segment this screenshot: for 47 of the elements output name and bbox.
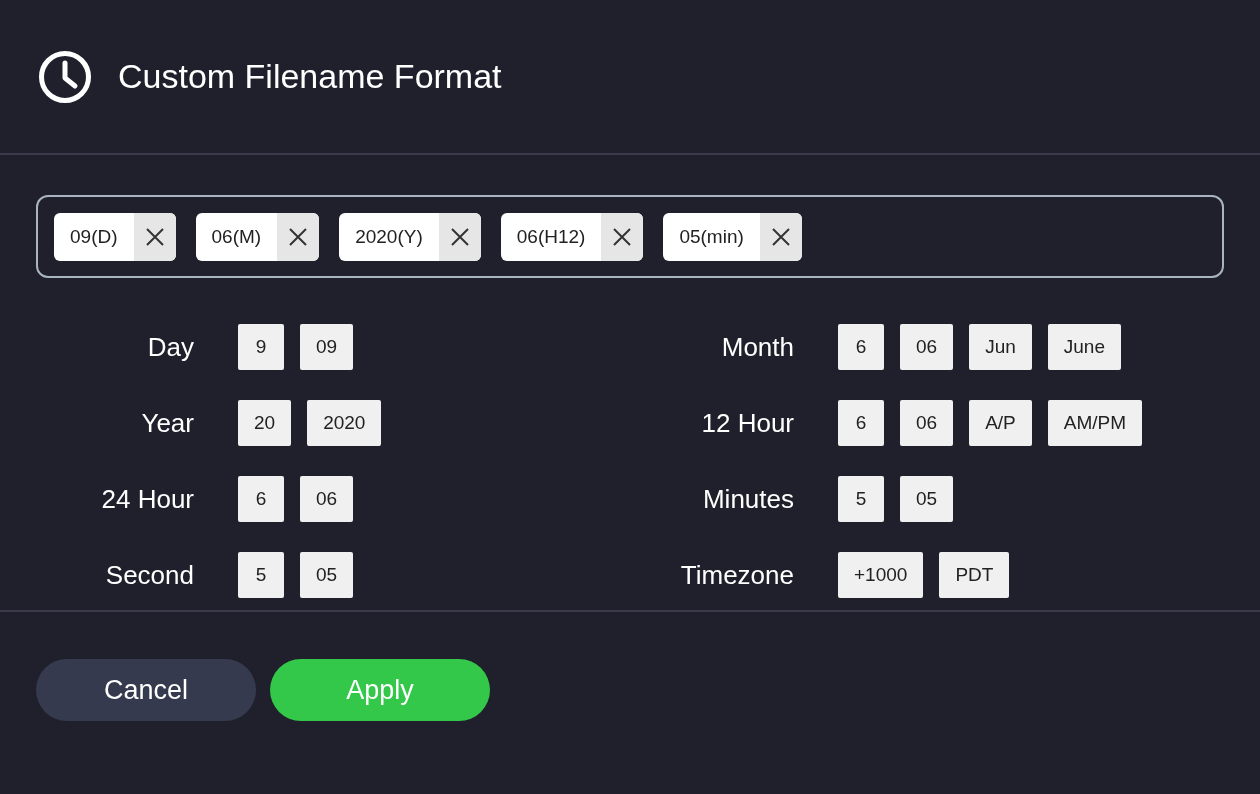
clock-icon — [38, 49, 92, 104]
close-icon — [450, 227, 469, 246]
remove-token-button[interactable] — [133, 212, 176, 261]
cancel-button[interactable]: Cancel — [36, 659, 256, 721]
field-label: 12 Hour — [700, 407, 794, 439]
field-label: Minutes — [701, 483, 794, 515]
token-label: 06(H12) — [515, 224, 587, 249]
format-option-button[interactable]: Jun — [969, 324, 1032, 370]
close-icon — [771, 227, 790, 246]
field-label: Second — [104, 559, 194, 591]
token-label: 05(min) — [678, 224, 745, 249]
token-label: 09(D) — [69, 224, 119, 249]
field-label: Day — [146, 331, 194, 363]
format-option-button[interactable]: PDT — [939, 552, 1010, 598]
field-label: Year — [140, 407, 194, 439]
format-option-button[interactable]: 5 — [838, 476, 884, 522]
format-option-button[interactable]: +1000 — [838, 552, 924, 598]
remove-token-button[interactable] — [601, 212, 644, 261]
remove-token-button[interactable] — [759, 212, 802, 261]
format-option-button[interactable]: 6 — [238, 476, 284, 522]
close-icon — [613, 227, 632, 246]
field-label: Timezone — [679, 559, 794, 591]
format-option-button[interactable]: 5 — [238, 552, 284, 598]
remove-token-button[interactable] — [277, 212, 320, 261]
format-option-button[interactable]: 09 — [300, 324, 354, 370]
dialog-title: Custom Filename Format — [118, 57, 502, 96]
remove-token-button[interactable] — [438, 212, 481, 261]
field-label: 24 Hour — [100, 483, 194, 515]
format-option-button[interactable]: 06 — [900, 400, 954, 446]
close-icon — [145, 227, 164, 246]
format-option-button[interactable]: 9 — [238, 324, 284, 370]
field-label: Month — [720, 331, 794, 363]
format-option-button[interactable]: 06 — [300, 476, 354, 522]
format-option-button[interactable]: A/P — [969, 400, 1032, 446]
format-option-button[interactable]: 6 — [838, 324, 884, 370]
format-option-button[interactable]: 06 — [900, 324, 954, 370]
token-label: 2020(Y) — [354, 224, 424, 249]
format-option-button[interactable]: 2020 — [307, 400, 382, 446]
close-icon — [289, 227, 308, 246]
token-field[interactable]: 09(D) 06(M) 2020(Y) 06(H12) 05(min) — [36, 195, 1224, 278]
format-option-button[interactable]: June — [1047, 324, 1121, 370]
token-label: 06(M) — [210, 224, 263, 249]
format-option-button[interactable]: AM/PM — [1047, 400, 1143, 446]
format-option-button[interactable]: 05 — [900, 476, 954, 522]
format-option-button[interactable]: 05 — [300, 552, 354, 598]
format-option-button[interactable]: 6 — [838, 400, 884, 446]
format-option-button[interactable]: 20 — [238, 400, 292, 446]
